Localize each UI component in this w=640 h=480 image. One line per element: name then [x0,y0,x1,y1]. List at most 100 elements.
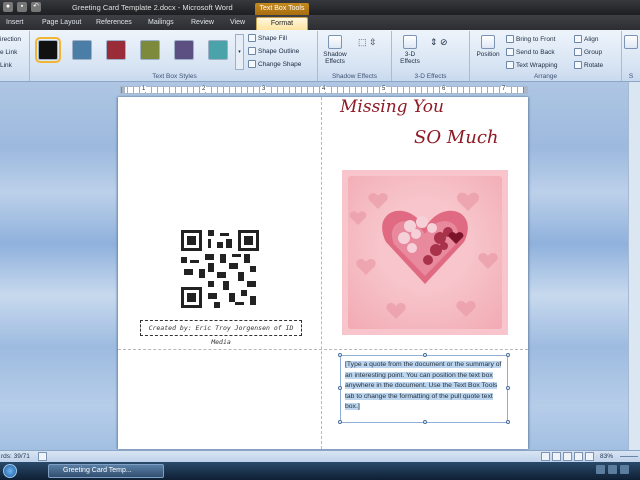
qr-code-icon [181,230,259,308]
arrange-group: Position Bring to Front Send to Back Tex… [470,31,622,81]
shapes-icon [248,60,256,68]
tray-icon[interactable] [608,465,617,474]
window-title: Greeting Card Template 2.docx - Microsof… [72,3,233,12]
rotate-icon [574,61,582,69]
ruler-number: 1 [141,86,147,92]
ruler-number: 2 [201,86,207,92]
align-button[interactable]: Align [574,35,598,43]
align-icon [574,35,582,43]
undo-icon[interactable]: ↶ [31,2,41,12]
size-icon [624,35,638,49]
position-button[interactable]: Position [474,33,502,58]
text-direction-button[interactable]: irection [0,36,21,43]
nudge-shadow-icons[interactable]: ⬚ ⇳ [358,37,377,48]
three-d-effects-group: 3-D Effects ⇕ ⊘ 3-D Effects [392,31,470,81]
status-bar: rds: 39/71 83% [0,450,640,462]
text-group: irection e Link Link [0,31,30,81]
style-swatch-purple[interactable] [174,40,194,60]
resize-handle[interactable] [506,353,510,357]
group-label-arrange: Arrange [533,73,558,80]
tilt-icons[interactable]: ⇕ ⊘ [430,37,448,48]
zoom-slider[interactable] [620,456,638,457]
heart-image[interactable] [342,170,508,335]
word-count[interactable]: rds: 39/71 [1,453,30,460]
style-swatch-red[interactable] [106,40,126,60]
print-layout-view-icon[interactable] [541,452,550,461]
tab-review[interactable]: Review [191,17,217,30]
resize-handle[interactable] [338,353,342,357]
resize-handle[interactable] [423,420,427,424]
group-label-shadow-effects: Shadow Effects [331,73,378,80]
resize-handle[interactable] [423,353,427,357]
text-box-styles-group: ▾ Shape Fill Shape Outline Change Shape … [32,31,318,81]
shape-fill-button[interactable]: Shape Fill [248,34,287,42]
style-swatch-blue[interactable] [72,40,92,60]
tab-mailings[interactable]: Mailings [148,17,180,30]
rotate-button[interactable]: Rotate [574,61,603,69]
ribbon: irection e Link Link ▾ Shape Fill Shape … [0,30,640,82]
paint-bucket-icon [248,34,256,42]
horizontal-ruler[interactable]: 1 2 3 4 5 6 7 [120,86,528,94]
size-group: S [622,31,640,81]
ruler-number: 4 [321,86,327,92]
break-link-button[interactable]: Link [0,62,12,69]
style-swatch-black[interactable] [35,37,61,63]
vertical-scrollbar[interactable] [628,82,640,450]
cube-icon [403,35,417,49]
group-label-3d-effects: 3-D Effects [414,73,447,80]
bring-to-front-button[interactable]: Bring to Front [506,35,555,43]
change-shape-button[interactable]: Change Shape [248,60,301,68]
tab-format[interactable]: Format [256,17,308,30]
create-link-button[interactable]: e Link [0,49,17,56]
tab-references[interactable]: References [96,17,136,30]
group-icon [574,48,582,56]
resize-handle[interactable] [506,420,510,424]
tray-icon[interactable] [596,465,605,474]
shape-outline-button[interactable]: Shape Outline [248,47,299,55]
wrap-icon [506,61,514,69]
document-page[interactable]: Missing You SO Much Created by: Eric Tro… [118,97,528,449]
resize-handle[interactable] [338,420,342,424]
taskbar-item-word[interactable]: Greeting Card Temp... [48,464,164,478]
start-button[interactable] [3,464,17,478]
web-layout-view-icon[interactable] [563,452,572,461]
card-title-line2[interactable]: SO Much [414,127,499,148]
contextual-tab-text-box-tools: Text Box Tools [255,3,309,15]
system-tray [596,465,629,474]
pull-quote-text-box[interactable]: [Type a quote from the document or the s… [338,353,510,424]
title-bar: ● ▪ ↶ Greeting Card Template 2.docx - Mi… [0,0,640,15]
resize-handle[interactable] [506,386,510,390]
tab-page-layout[interactable]: Page Layout [42,17,84,30]
text-wrapping-button[interactable]: Text Wrapping [506,61,557,69]
card-title-line1[interactable]: Missing You [340,97,444,117]
draft-view-icon[interactable] [585,452,594,461]
qr-code-image[interactable] [181,230,259,308]
send-to-back-button[interactable]: Send to Back [506,48,555,56]
style-swatch-teal[interactable] [208,40,228,60]
quick-access-toolbar: ● ▪ ↶ [3,2,41,12]
credit-text-box[interactable]: Created by: Eric Troy Jorgensen of ID Me… [140,320,302,346]
group-label-text-box-styles: Text Box Styles [152,73,197,80]
taskbar: Greeting Card Temp... [0,462,640,480]
size-button[interactable] [624,33,638,51]
tray-icon[interactable] [620,465,629,474]
proofing-icon[interactable] [38,452,47,461]
tab-view[interactable]: View [230,17,250,30]
pull-quote-text[interactable]: [Type a quote from the document or the s… [345,360,505,413]
tab-insert[interactable]: Insert [6,17,28,30]
save-icon[interactable]: ▪ [17,2,27,12]
three-d-effects-button[interactable]: 3-D Effects [396,33,424,65]
group-label-size: S [628,73,634,80]
view-buttons [541,452,594,461]
send-back-icon [506,48,514,56]
styles-more-icon[interactable]: ▾ [235,34,244,70]
group-button[interactable]: Group [574,48,602,56]
full-screen-view-icon[interactable] [552,452,561,461]
zoom-level[interactable]: 83% [600,453,613,460]
shadow-effects-button[interactable]: Shadow Effects [319,33,351,65]
resize-handle[interactable] [338,386,342,390]
ruler-number: 6 [441,86,447,92]
office-button-icon[interactable]: ● [3,2,13,12]
style-swatch-olive[interactable] [140,40,160,60]
outline-view-icon[interactable] [574,452,583,461]
